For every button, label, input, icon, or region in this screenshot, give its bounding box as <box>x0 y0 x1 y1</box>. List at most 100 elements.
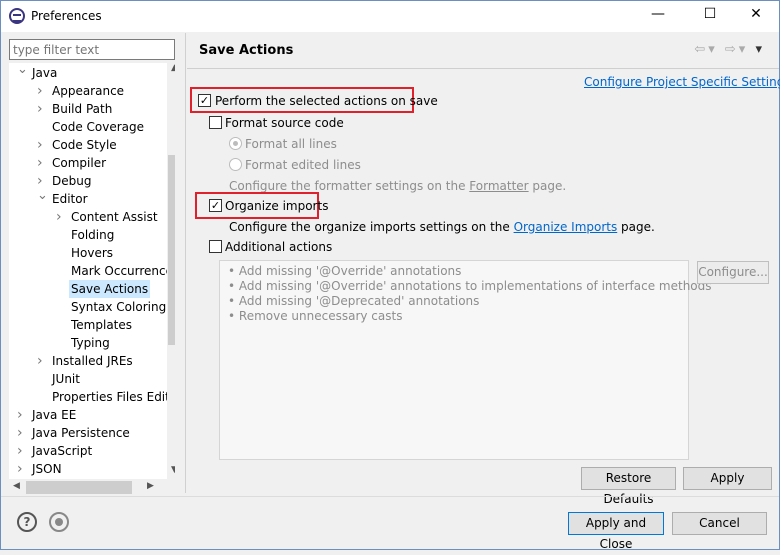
scroll-right-icon[interactable]: ▶ <box>147 481 154 491</box>
tree-item-mark-occurrences[interactable]: Mark Occurrences <box>69 262 175 280</box>
tree-item-properties-files-editor[interactable]: Properties Files Editor <box>50 388 175 406</box>
tree-item-code-coverage[interactable]: Code Coverage <box>50 118 146 136</box>
tree-item-label: Java <box>32 66 58 80</box>
tree-horizontal-scrollbar[interactable]: ◀ ▶ <box>9 479 175 495</box>
chevron-down-icon[interactable]: ⌄ <box>37 187 48 205</box>
menu-icon[interactable]: ▾ <box>755 42 765 57</box>
tree-item-label: Compiler <box>52 156 107 170</box>
tree-item-java-ee[interactable]: › Java EE <box>17 406 78 424</box>
format-all-lines-radio[interactable] <box>229 137 242 150</box>
tree-item-templates[interactable]: Templates <box>69 316 134 334</box>
tree-item-folding[interactable]: Folding <box>69 226 116 244</box>
tree-item-junit[interactable]: JUnit <box>50 370 82 388</box>
filter-input[interactable] <box>9 39 175 60</box>
tree-item-label: Java Persistence <box>32 426 130 440</box>
tree-item-label: JSON <box>32 462 62 476</box>
additional-actions-checkbox[interactable] <box>209 240 222 253</box>
tree-item-syntax-coloring[interactable]: Syntax Coloring <box>69 298 168 316</box>
additional-actions-label: Additional actions <box>225 240 333 254</box>
tree-item-save-actions[interactable]: Save Actions <box>69 280 151 298</box>
scroll-up-icon[interactable]: ▲ <box>171 63 175 73</box>
tree-item-label: Syntax Coloring <box>71 300 167 314</box>
maximize-button[interactable]: ☐ <box>687 6 733 22</box>
tree-item-java[interactable]: ⌄ Java <box>17 63 59 82</box>
tree-item-label: Properties Files Editor <box>52 390 175 404</box>
tree-item-label: JUnit <box>52 372 80 386</box>
tree-item-label: Content Assist <box>71 210 158 224</box>
sash[interactable] <box>185 33 186 493</box>
tree-item-label: JavaScript <box>32 444 93 458</box>
page-header: Save Actions ⇦▾ ⇨▾ ▾ <box>187 34 779 69</box>
title-bar: Preferences — ☐ ✕ <box>1 1 779 32</box>
tree-item-content-assist[interactable]: › Content Assist <box>56 208 160 226</box>
tree-item-label: Code Coverage <box>52 120 145 134</box>
scrollbar-thumb[interactable] <box>26 481 132 494</box>
tree-item-build-path[interactable]: › Build Path <box>37 100 114 118</box>
chevron-right-icon[interactable]: › <box>37 352 47 370</box>
tree-item-editor[interactable]: ⌄ Editor <box>37 188 90 208</box>
chevron-right-icon[interactable]: › <box>17 460 27 478</box>
tree-item-javascript[interactable]: › JavaScript <box>17 442 94 460</box>
organize-imports-checkbox[interactable]: ✓ <box>209 199 222 212</box>
chevron-down-icon[interactable]: ⌄ <box>17 63 28 79</box>
configure-button[interactable]: Configure... <box>697 261 769 284</box>
tree-item-java-persistence[interactable]: › Java Persistence <box>17 424 132 442</box>
help-icon[interactable]: ? <box>17 512 37 532</box>
oomph-record-icon[interactable] <box>49 512 69 532</box>
apply-and-close-button[interactable]: Apply and Close <box>568 512 664 551</box>
formatter-hint-end: page. <box>528 179 567 193</box>
scroll-left-icon[interactable]: ◀ <box>13 481 20 491</box>
tree-item-typing[interactable]: Typing <box>69 334 112 352</box>
format-all-lines-label: Format all lines <box>245 137 337 151</box>
tree-item-label: Installed JREs <box>52 354 133 368</box>
back-icon[interactable]: ⇦▾ <box>694 42 717 57</box>
cancel-button[interactable]: Cancel <box>672 512 767 535</box>
scroll-down-icon[interactable]: ▼ <box>171 465 175 475</box>
tree-item-hovers[interactable]: Hovers <box>69 244 115 262</box>
tree-item-debug[interactable]: › Debug <box>37 172 93 190</box>
format-edited-lines-radio[interactable] <box>229 158 242 171</box>
chevron-right-icon[interactable]: › <box>37 100 47 118</box>
list-item: • Add missing '@Override' annotations to… <box>228 279 712 293</box>
tree-item-code-style[interactable]: › Code Style <box>37 136 119 154</box>
tree-item-json[interactable]: › JSON <box>17 460 64 478</box>
tree-item-label: Editor <box>52 192 88 206</box>
footer-divider <box>1 496 779 497</box>
minimize-button[interactable]: — <box>635 6 681 22</box>
forward-icon[interactable]: ⇨▾ <box>725 42 748 57</box>
chevron-right-icon[interactable]: › <box>37 154 47 172</box>
chevron-right-icon[interactable]: › <box>17 406 27 424</box>
organize-imports-link[interactable]: Organize Imports <box>514 220 618 234</box>
perform-actions-checkbox[interactable]: ✓ <box>198 94 211 107</box>
restore-defaults-button[interactable]: Restore Defaults <box>581 467 676 506</box>
chevron-right-icon[interactable]: › <box>56 208 66 226</box>
configure-project-settings-link[interactable]: Configure Project Specific Settings... <box>584 75 780 89</box>
apply-button[interactable]: Apply <box>683 467 772 490</box>
tree-item-label: Mark Occurrences <box>71 264 175 278</box>
tree-vertical-scrollbar[interactable]: ▲ ▼ <box>167 63 175 479</box>
chevron-right-icon[interactable]: › <box>37 82 47 100</box>
tree-item-label: Save Actions <box>71 282 149 296</box>
chevron-right-icon[interactable]: › <box>37 136 47 154</box>
tree-item-label: Folding <box>71 228 115 242</box>
close-button[interactable]: ✕ <box>733 6 779 22</box>
tree-item-installed-jres[interactable]: › Installed JREs <box>37 352 135 370</box>
tree-item-appearance[interactable]: › Appearance <box>37 82 126 100</box>
chevron-right-icon[interactable]: › <box>17 424 27 442</box>
scrollbar-thumb[interactable] <box>168 155 175 345</box>
organize-hint: Configure the organize imports settings … <box>229 220 655 234</box>
tree-item-label: Hovers <box>71 246 114 260</box>
list-item: • Remove unnecessary casts <box>228 309 403 323</box>
tree-item-label: Appearance <box>52 84 125 98</box>
list-item: • Add missing '@Deprecated' annotations <box>228 294 480 308</box>
tree-item-compiler[interactable]: › Compiler <box>37 154 108 172</box>
organize-imports-label: Organize imports <box>225 199 329 213</box>
formatter-hint: Configure the formatter settings on the … <box>229 179 566 193</box>
format-source-label: Format source code <box>225 116 344 130</box>
additional-actions-list: • Add missing '@Override' annotations • … <box>219 260 712 460</box>
window-title: Preferences <box>31 9 102 23</box>
chevron-right-icon[interactable]: › <box>17 442 27 460</box>
organize-hint-text: Configure the organize imports settings … <box>229 220 514 234</box>
tree-item-label: Java EE <box>32 408 77 422</box>
format-source-checkbox[interactable] <box>209 116 222 129</box>
